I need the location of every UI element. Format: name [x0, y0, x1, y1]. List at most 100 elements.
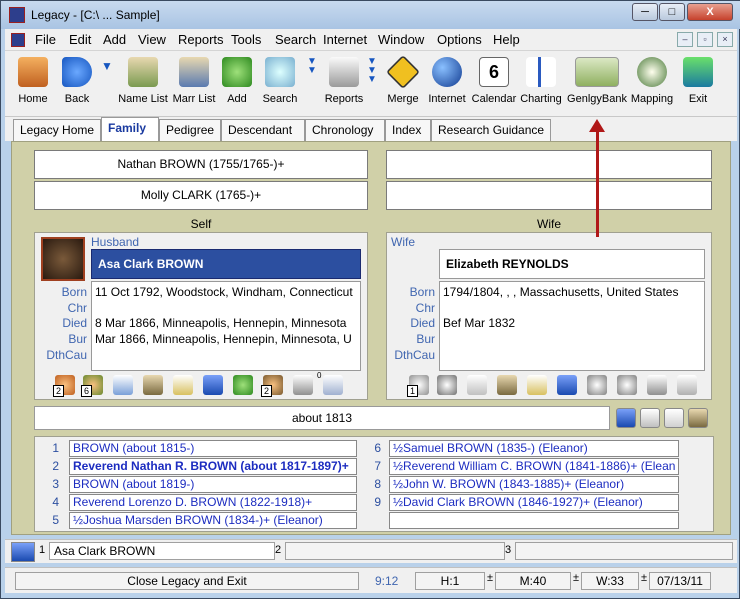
- bookmark-3[interactable]: [515, 542, 733, 560]
- legacy-app-icon[interactable]: [9, 7, 25, 23]
- menu-window[interactable]: Window: [378, 32, 424, 47]
- menu-options[interactable]: Options: [437, 32, 482, 47]
- tab-chronology[interactable]: Chronology: [305, 119, 385, 141]
- menu-reports[interactable]: Reports: [178, 32, 224, 47]
- menu-tools[interactable]: Tools: [231, 32, 261, 47]
- status-w-spin-icon[interactable]: ±: [641, 572, 647, 584]
- bookmark-1[interactable]: Asa Clark BROWN: [49, 542, 275, 560]
- minimize-button[interactable]: ─: [632, 3, 658, 21]
- sources-icon[interactable]: [173, 375, 193, 395]
- wife-events-book-icon[interactable]: [557, 375, 577, 395]
- document-icon[interactable]: [11, 33, 25, 47]
- toolbar-back[interactable]: Back: [59, 53, 95, 105]
- bookmark-bar: 1 Asa Clark BROWN 2 3: [5, 539, 737, 563]
- child-5[interactable]: ½Joshua Marsden BROWN (1834-)+ (Eleanor): [69, 512, 357, 529]
- wife-born: 1794/1804, , , Massachusetts, United Sta…: [443, 285, 679, 299]
- toolbar-search[interactable]: Search: [261, 53, 299, 105]
- child-8[interactable]: ½John W. BROWN (1843-1885)+ (Eleanor): [389, 476, 679, 493]
- associations-icon[interactable]: [233, 375, 253, 395]
- menu-edit[interactable]: Edit: [69, 32, 91, 47]
- maximize-button[interactable]: □: [659, 3, 685, 21]
- wife-parents-count: 1: [407, 385, 419, 397]
- search-dropdown-icon[interactable]: ▼ ▼: [307, 57, 317, 76]
- child-9[interactable]: ½David Clark BROWN (1846-1927)+ (Eleanor…: [389, 494, 679, 511]
- wife-alternate-names-icon[interactable]: [617, 375, 637, 395]
- marriage-date-box[interactable]: about 1813: [34, 406, 610, 430]
- toolbar-mapping[interactable]: Mapping: [629, 53, 675, 105]
- tab-research-guidance[interactable]: Research Guidance: [431, 119, 551, 141]
- back-dropdown-icon[interactable]: ▼: [101, 59, 113, 73]
- toolbar-merge[interactable]: Merge: [385, 53, 421, 105]
- wife-sources-icon[interactable]: [527, 375, 547, 395]
- toolbar-exit[interactable]: Exit: [681, 53, 715, 105]
- wife-spouses-icon[interactable]: [437, 375, 457, 395]
- todo-list-icon[interactable]: [323, 375, 343, 395]
- child-1[interactable]: BROWN (about 1815-): [69, 440, 357, 457]
- marriage-pictures-icon[interactable]: [688, 408, 708, 428]
- husband-mother-box[interactable]: Molly CLARK (1765-)+: [34, 181, 368, 210]
- child-3[interactable]: BROWN (about 1819-): [69, 476, 357, 493]
- status-m-spin-icon[interactable]: ±: [573, 572, 579, 584]
- address-house-icon[interactable]: [293, 375, 313, 395]
- house-icon: [18, 57, 48, 87]
- child-number: 3: [52, 477, 59, 491]
- bookmark-2[interactable]: [285, 542, 505, 560]
- menu-view[interactable]: View: [138, 32, 166, 47]
- child-2[interactable]: Reverend Nathan R. BROWN (about 1817-189…: [69, 458, 357, 475]
- mdi-minimize-icon[interactable]: –: [677, 32, 693, 47]
- toolbar-home[interactable]: Home: [15, 53, 51, 105]
- marriage-events-icon[interactable]: [616, 408, 636, 428]
- child-6[interactable]: ½Samuel BROWN (1835-) (Eleanor): [389, 440, 679, 457]
- child-number: 8: [374, 477, 381, 491]
- wife-role: Wife: [391, 235, 415, 249]
- pictures-icon[interactable]: [143, 375, 163, 395]
- tab-legacy-home[interactable]: Legacy Home: [13, 119, 101, 141]
- child-empty-slot[interactable]: [389, 512, 679, 529]
- toolbar-marr-list[interactable]: Marr List: [171, 53, 217, 105]
- tab-descendant[interactable]: Descendant: [221, 119, 305, 141]
- status-h-spin-icon[interactable]: ±: [487, 572, 493, 584]
- wife-dthcau-label: DthCau: [394, 348, 435, 362]
- husband-father-box[interactable]: Nathan BROWN (1755/1765-)+: [34, 150, 368, 179]
- tab-family[interactable]: Family: [101, 117, 159, 141]
- wife-associations-icon[interactable]: [587, 375, 607, 395]
- child-7[interactable]: ½Reverend William C. BROWN (1841-1886)+ …: [389, 458, 679, 475]
- bookmark-book-icon[interactable]: [11, 542, 35, 562]
- husband-bur: Mar 1866, Minneapolis, Hennepin, Minneso…: [95, 332, 352, 346]
- wife-address-house-icon[interactable]: [647, 375, 667, 395]
- wife-father-box[interactable]: [386, 150, 712, 179]
- tab-pedigree[interactable]: Pedigree: [159, 119, 221, 141]
- reports-dropdown-icon[interactable]: ▼ ▼ ▼: [367, 57, 377, 85]
- husband-photo[interactable]: [41, 237, 85, 281]
- menu-internet[interactable]: Internet: [323, 32, 367, 47]
- toolbar-calendar[interactable]: 6 Calendar: [471, 53, 517, 105]
- toolbar-name-list[interactable]: Name List: [115, 53, 171, 105]
- husband-name-box[interactable]: Asa Clark BROWN: [91, 249, 361, 279]
- wife-todo-list-icon[interactable]: [677, 375, 697, 395]
- toolbar-internet[interactable]: Internet: [427, 53, 467, 105]
- wife-pictures-icon[interactable]: [497, 375, 517, 395]
- toolbar-add[interactable]: Add: [220, 53, 254, 105]
- mdi-restore-icon[interactable]: ▫: [697, 32, 713, 47]
- marriage-notes-icon[interactable]: [664, 408, 684, 428]
- mdi-close-icon[interactable]: ×: [717, 32, 733, 47]
- toolbar-charting[interactable]: Charting: [519, 53, 563, 105]
- menu-add[interactable]: Add: [103, 32, 126, 47]
- tab-index[interactable]: Index: [385, 119, 431, 141]
- child-4[interactable]: Reverend Lorenzo D. BROWN (1822-1918)+: [69, 494, 357, 511]
- toolbar-genlgybank[interactable]: GenlgyBank: [565, 53, 629, 105]
- marriage-sources-icon[interactable]: [640, 408, 660, 428]
- wife-notes-icon[interactable]: [467, 375, 487, 395]
- events-book-icon[interactable]: [203, 375, 223, 395]
- close-button[interactable]: X: [687, 3, 733, 21]
- menu-file[interactable]: File: [35, 32, 56, 47]
- title-bar: Legacy - [C:\ ... Sample] ─ □ X: [1, 1, 740, 29]
- toolbar-reports[interactable]: Reports: [323, 53, 365, 105]
- status-m: M:40: [495, 572, 571, 590]
- wife-name-box[interactable]: Elizabeth REYNOLDS: [439, 249, 705, 279]
- menu-help[interactable]: Help: [493, 32, 520, 47]
- leaf-icon: [575, 57, 619, 87]
- notes-icon[interactable]: [113, 375, 133, 395]
- menu-search[interactable]: Search: [275, 32, 316, 47]
- wife-mother-box[interactable]: [386, 181, 712, 210]
